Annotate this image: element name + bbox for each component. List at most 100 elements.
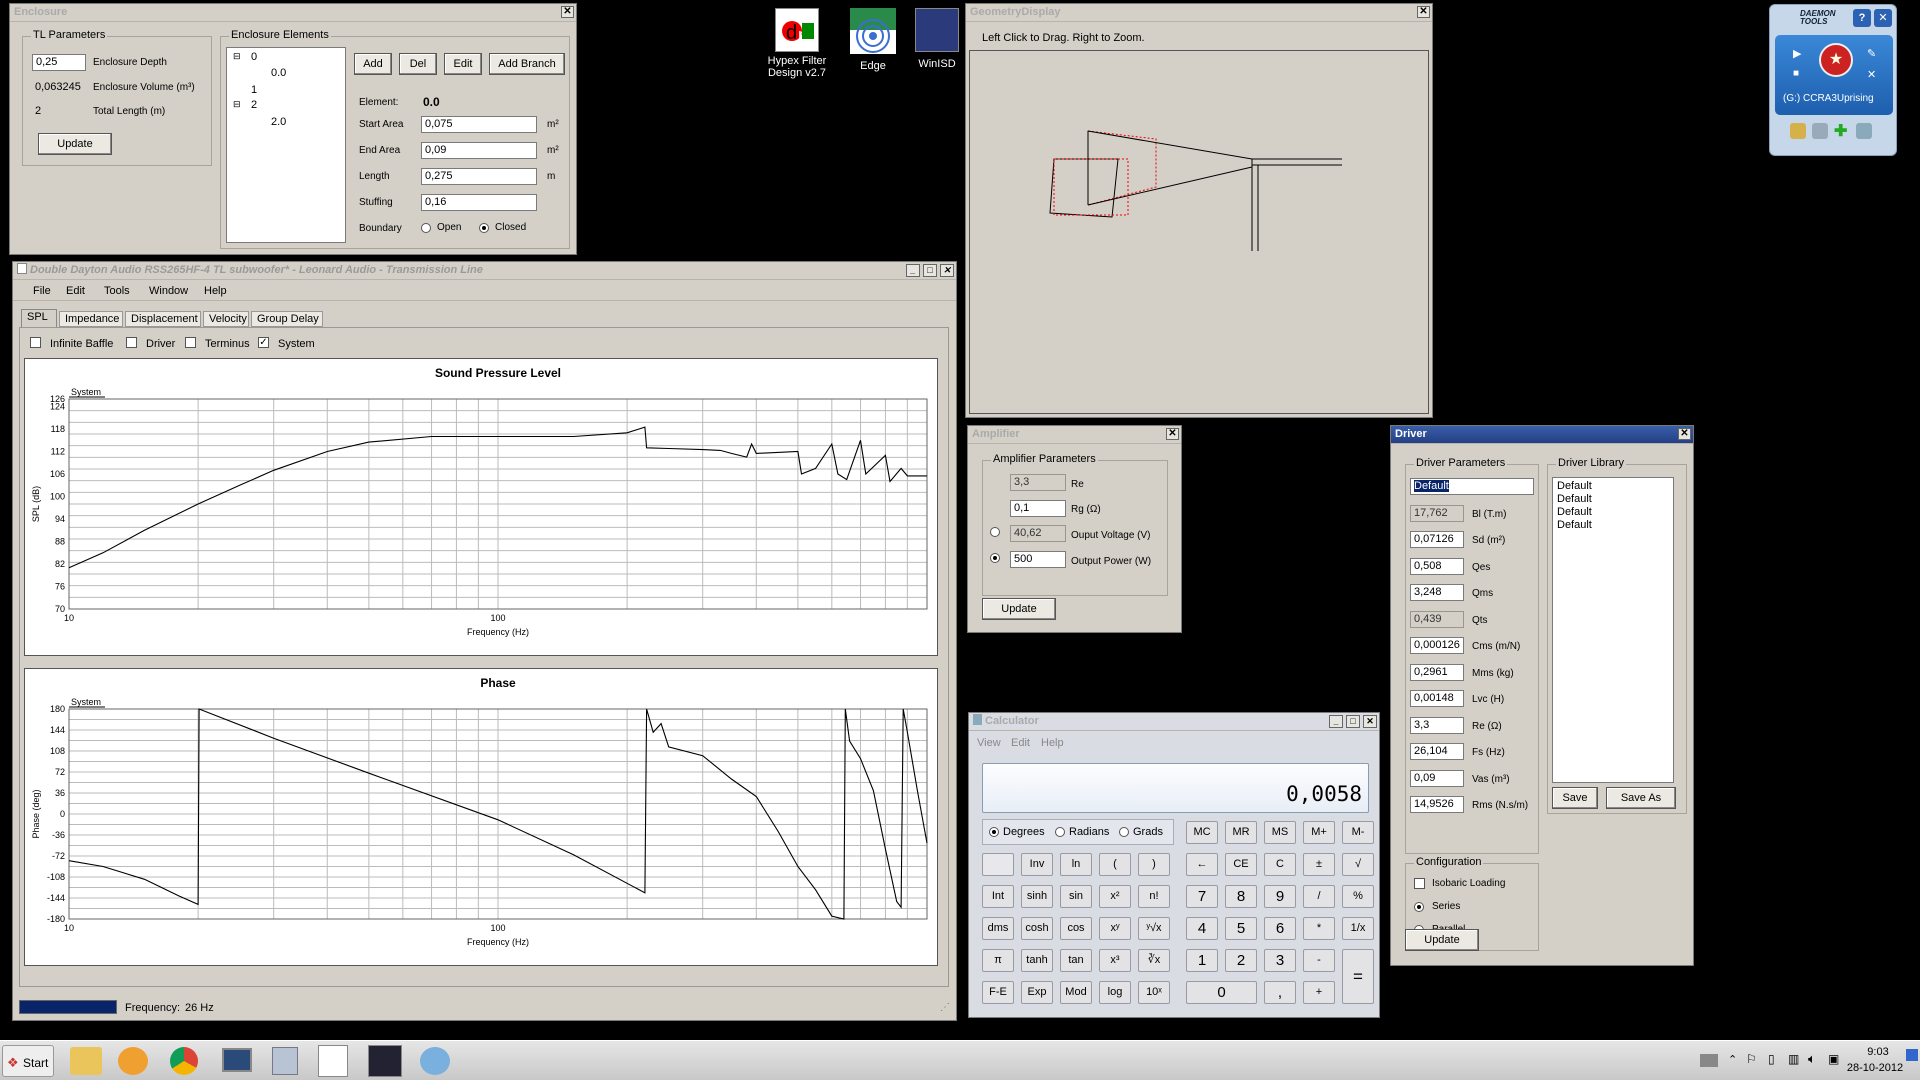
calc-key[interactable]: 2 <box>1225 949 1257 972</box>
calc-key[interactable]: 6 <box>1264 917 1296 940</box>
length-input[interactable]: 0,275 <box>421 168 537 185</box>
driver-param-input[interactable]: 0,00148 <box>1410 690 1464 707</box>
calc-key[interactable]: = <box>1342 949 1374 1004</box>
main-titlebar[interactable]: Double Dayton Audio RSS265HF-4 TL subwoo… <box>13 262 956 280</box>
calc-key[interactable]: √ <box>1342 853 1374 876</box>
close-button[interactable]: ✕ <box>561 6 574 18</box>
driver-param-input[interactable]: 3,248 <box>1410 584 1464 601</box>
calc-key[interactable]: 1 <box>1186 949 1218 972</box>
geometry-canvas[interactable] <box>969 50 1429 414</box>
winisd-taskbar-icon[interactable] <box>368 1045 402 1077</box>
calc-key[interactable]: ʸ√x <box>1138 917 1170 940</box>
calc-key[interactable]: cos <box>1060 917 1092 940</box>
calc-key[interactable]: M+ <box>1303 821 1335 844</box>
minimize-button[interactable]: _ <box>1329 715 1343 728</box>
calc-key[interactable]: CE <box>1225 853 1257 876</box>
calc-key[interactable]: sinh <box>1021 885 1053 908</box>
start-area-input[interactable]: 0,075 <box>421 116 537 133</box>
tab-spl[interactable]: SPL <box>21 309 57 327</box>
amp-power-input[interactable]: 500 <box>1010 551 1066 568</box>
calc-key[interactable]: x² <box>1099 885 1131 908</box>
calc-key[interactable]: x³ <box>1099 949 1131 972</box>
transmission-line-taskbar-icon[interactable] <box>318 1045 348 1077</box>
add-button[interactable]: Add <box>354 53 392 75</box>
calc-menu-view[interactable]: View <box>977 737 1001 749</box>
calc-key[interactable]: / <box>1303 885 1335 908</box>
calc-menu-edit[interactable]: Edit <box>1011 737 1030 749</box>
driver-name-input[interactable]: Default <box>1410 478 1534 495</box>
calc-key[interactable]: Inv <box>1021 853 1053 876</box>
tree-expander-icon[interactable]: ⊟ <box>233 51 241 62</box>
calc-key[interactable]: MS <box>1264 821 1296 844</box>
close-icon[interactable]: ✕ <box>1874 9 1892 27</box>
calc-key[interactable]: 0 <box>1186 981 1257 1004</box>
monitor-icon[interactable] <box>222 1048 252 1072</box>
calc-key[interactable]: 10ˣ <box>1138 981 1170 1004</box>
open-radio[interactable] <box>421 223 431 233</box>
calc-key[interactable]: log <box>1099 981 1131 1004</box>
volume-icon[interactable]: 🔈︎ <box>1808 1051 1816 1067</box>
paint-icon[interactable] <box>420 1047 450 1075</box>
calc-key[interactable]: tan <box>1060 949 1092 972</box>
calc-key[interactable]: π <box>982 949 1014 972</box>
calc-key[interactable]: n! <box>1138 885 1170 908</box>
flag-icon[interactable]: ⚐ <box>1746 1052 1757 1066</box>
close-button[interactable]: ✕ <box>1417 6 1430 18</box>
driver-update-button[interactable]: Update <box>1405 929 1479 951</box>
minimize-button[interactable]: _ <box>906 264 920 277</box>
calc-key[interactable]: 4 <box>1186 917 1218 940</box>
add-branch-button[interactable]: Add Branch <box>489 53 565 75</box>
library-item[interactable]: Default <box>1557 506 1669 519</box>
enclosure-titlebar[interactable]: Enclosure ✕ <box>10 4 576 22</box>
calc-key[interactable]: 3 <box>1264 949 1296 972</box>
calc-key[interactable] <box>982 853 1014 876</box>
add-icon[interactable]: ✚ <box>1834 121 1847 141</box>
close-button[interactable]: ✕ <box>1166 428 1179 440</box>
stop-icon[interactable]: ■ <box>1793 68 1799 79</box>
close-button[interactable]: ✕ <box>940 264 954 277</box>
tree-node[interactable]: 2 <box>251 99 257 111</box>
calc-key[interactable]: 5 <box>1225 917 1257 940</box>
save-button[interactable]: Save <box>1552 787 1598 809</box>
resize-grip-icon[interactable]: ⋰ <box>940 1002 950 1013</box>
amplifier-titlebar[interactable]: Amplifier ✕ <box>968 426 1181 444</box>
chrome-icon[interactable] <box>170 1047 198 1075</box>
update-button[interactable]: Update <box>38 133 112 155</box>
calc-key[interactable]: 1/x <box>1342 917 1374 940</box>
calc-key[interactable]: F-E <box>982 981 1014 1004</box>
tree-node[interactable]: 0.0 <box>271 67 286 79</box>
menu-edit[interactable]: Edit <box>66 285 85 297</box>
driver-titlebar[interactable]: Driver ✕ <box>1391 426 1693 444</box>
closed-radio[interactable] <box>479 223 489 233</box>
driver-param-input[interactable]: 14,9526 <box>1410 796 1464 813</box>
system-checkbox[interactable]: ✓ <box>258 337 269 348</box>
tree-node[interactable]: 0 <box>251 51 257 63</box>
calc-key[interactable]: % <box>1342 885 1374 908</box>
stuffing-input[interactable]: 0,16 <box>421 194 537 211</box>
show-desktop-button[interactable] <box>1906 1049 1918 1061</box>
grads-radio[interactable] <box>1119 827 1129 837</box>
menu-window[interactable]: Window <box>149 285 188 297</box>
calc-key[interactable]: ∛x <box>1138 949 1170 972</box>
calc-key[interactable]: MR <box>1225 821 1257 844</box>
calc-key[interactable]: xʸ <box>1099 917 1131 940</box>
power-radio[interactable] <box>990 553 1000 563</box>
desktop-icon-winisd[interactable]: WinISD <box>912 8 962 70</box>
wrench-icon[interactable]: ✎ <box>1867 47 1876 60</box>
calc-key[interactable]: , <box>1264 981 1296 1004</box>
desktop-icon-hypex[interactable]: dp Hypex Filter Design v2.7 <box>762 8 832 79</box>
calc-key[interactable]: 8 <box>1225 885 1257 908</box>
terminus-checkbox[interactable] <box>185 337 196 348</box>
calc-key[interactable]: 9 <box>1264 885 1296 908</box>
tab-displacement[interactable]: Displacement <box>125 311 201 327</box>
calc-key[interactable]: ( <box>1099 853 1131 876</box>
driver-param-input[interactable]: 0,09 <box>1410 769 1464 787</box>
isobaric-checkbox[interactable] <box>1414 878 1425 889</box>
amp-update-button[interactable]: Update <box>982 598 1056 620</box>
tab-velocity[interactable]: Velocity <box>203 311 249 327</box>
tray-icon[interactable]: ▣ <box>1828 1052 1839 1066</box>
safely-remove-icon[interactable]: ▯ <box>1768 1052 1775 1066</box>
calc-key[interactable]: Exp <box>1021 981 1053 1004</box>
keyboard-icon[interactable] <box>1700 1054 1718 1067</box>
maximize-button[interactable]: □ <box>1346 715 1360 728</box>
